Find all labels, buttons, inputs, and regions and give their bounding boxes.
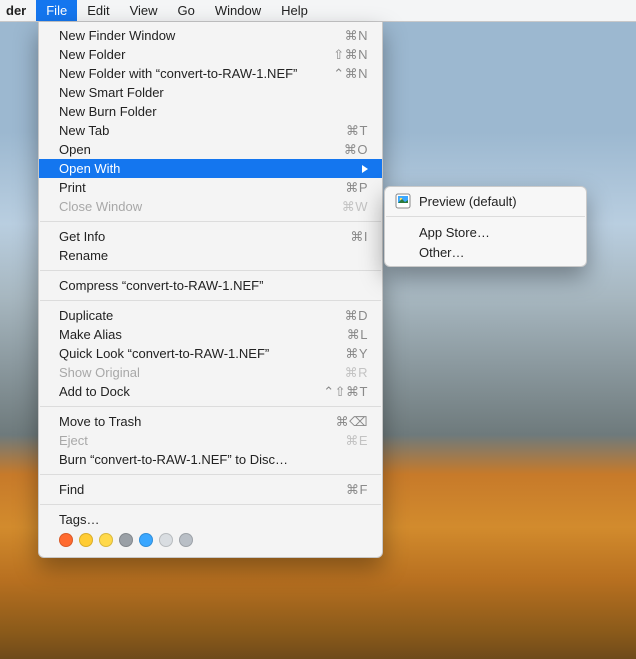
menu-item-compress[interactable]: Compress “convert-to-RAW-1.NEF” xyxy=(39,276,382,295)
menu-item-label: Add to Dock xyxy=(59,384,313,399)
menu-separator xyxy=(40,406,381,407)
menu-item-shortcut: ⌘L xyxy=(347,327,368,343)
menu-item-shortcut: ⌃⇧⌘T xyxy=(323,384,368,400)
menu-item-shortcut: ⌘T xyxy=(346,123,368,139)
menu-item-eject: Eject ⌘E xyxy=(39,431,382,450)
menu-separator xyxy=(40,270,381,271)
tag-dot[interactable] xyxy=(159,533,173,547)
menu-item-label: Get Info xyxy=(59,229,340,244)
menu-item-label: New Finder Window xyxy=(59,28,335,43)
menu-item-shortcut: ⌘R xyxy=(345,365,368,381)
menu-item-shortcut: ⇧⌘N xyxy=(333,47,368,63)
tag-dot[interactable] xyxy=(99,533,113,547)
app-name: der xyxy=(0,0,36,21)
menu-separator xyxy=(40,300,381,301)
submenu-item-label: Other… xyxy=(419,245,465,260)
preview-app-icon xyxy=(395,193,411,209)
submenu-arrow-icon xyxy=(362,165,368,173)
menu-item-label: Move to Trash xyxy=(59,414,326,429)
menu-item-tags[interactable]: Tags… xyxy=(39,510,382,529)
menu-item-find[interactable]: Find ⌘F xyxy=(39,480,382,499)
menu-item-label: Burn “convert-to-RAW-1.NEF” to Disc… xyxy=(59,452,358,467)
menu-go[interactable]: Go xyxy=(168,0,205,21)
menu-file[interactable]: File xyxy=(36,0,77,21)
menu-item-new-folder-with[interactable]: New Folder with “convert-to-RAW-1.NEF” ⌃⌘… xyxy=(39,64,382,83)
menu-item-label: Duplicate xyxy=(59,308,335,323)
menu-item-shortcut: ⌘D xyxy=(345,308,368,324)
menu-item-label: Compress “convert-to-RAW-1.NEF” xyxy=(59,278,358,293)
menu-item-new-burn-folder[interactable]: New Burn Folder xyxy=(39,102,382,121)
menu-item-label: Rename xyxy=(59,248,358,263)
menu-item-new-smart-folder[interactable]: New Smart Folder xyxy=(39,83,382,102)
menubar: der File Edit View Go Window Help xyxy=(0,0,636,22)
menu-item-label: Show Original xyxy=(59,365,335,380)
submenu-item-other[interactable]: Other… xyxy=(385,242,586,262)
menu-item-print[interactable]: Print ⌘P xyxy=(39,178,382,197)
menu-separator xyxy=(40,504,381,505)
menu-item-rename[interactable]: Rename xyxy=(39,246,382,265)
menu-separator xyxy=(40,221,381,222)
menu-item-move-to-trash[interactable]: Move to Trash ⌘⌫ xyxy=(39,412,382,431)
menu-item-label: Eject xyxy=(59,433,335,448)
menu-item-make-alias[interactable]: Make Alias ⌘L xyxy=(39,325,382,344)
submenu-item-app-store[interactable]: App Store… xyxy=(385,222,586,242)
submenu-item-label: App Store… xyxy=(419,225,490,240)
menu-view[interactable]: View xyxy=(120,0,168,21)
menu-item-show-original: Show Original ⌘R xyxy=(39,363,382,382)
menu-item-label: Open xyxy=(59,142,334,157)
menu-item-label: Find xyxy=(59,482,336,497)
menu-item-open[interactable]: Open ⌘O xyxy=(39,140,382,159)
menu-item-shortcut: ⌃⌘N xyxy=(333,66,368,82)
menu-item-duplicate[interactable]: Duplicate ⌘D xyxy=(39,306,382,325)
menu-item-label: Print xyxy=(59,180,335,195)
menu-item-shortcut: ⌘Y xyxy=(345,346,368,362)
spacer-icon xyxy=(395,244,411,260)
submenu-item-preview-default[interactable]: Preview (default) xyxy=(385,191,586,211)
menu-item-label: Close Window xyxy=(59,199,332,214)
spacer-icon xyxy=(395,224,411,240)
tag-dot[interactable] xyxy=(59,533,73,547)
menu-item-shortcut: ⌘W xyxy=(342,199,368,215)
menu-separator xyxy=(386,216,585,217)
menu-item-close-window: Close Window ⌘W xyxy=(39,197,382,216)
menu-item-new-folder[interactable]: New Folder ⇧⌘N xyxy=(39,45,382,64)
menu-item-shortcut: ⌘E xyxy=(345,433,368,449)
tag-dot[interactable] xyxy=(179,533,193,547)
menu-item-label: Tags… xyxy=(59,512,358,527)
menu-item-get-info[interactable]: Get Info ⌘I xyxy=(39,227,382,246)
tags-swatch-row xyxy=(39,529,382,551)
menu-item-shortcut: ⌘O xyxy=(344,142,368,158)
menu-separator xyxy=(40,474,381,475)
menu-item-shortcut: ⌘I xyxy=(350,229,368,245)
menu-item-label: New Tab xyxy=(59,123,336,138)
menu-item-new-tab[interactable]: New Tab ⌘T xyxy=(39,121,382,140)
menu-item-quick-look[interactable]: Quick Look “convert-to-RAW-1.NEF” ⌘Y xyxy=(39,344,382,363)
tag-dot[interactable] xyxy=(139,533,153,547)
menu-item-new-finder-window[interactable]: New Finder Window ⌘N xyxy=(39,26,382,45)
menu-item-shortcut: ⌘F xyxy=(346,482,368,498)
menu-item-label: New Burn Folder xyxy=(59,104,358,119)
tag-dot[interactable] xyxy=(119,533,133,547)
menu-item-label: Quick Look “convert-to-RAW-1.NEF” xyxy=(59,346,335,361)
menu-item-label: New Folder with “convert-to-RAW-1.NEF” xyxy=(59,66,323,81)
menu-item-shortcut: ⌘P xyxy=(345,180,368,196)
menu-item-shortcut: ⌘N xyxy=(345,28,368,44)
menu-item-burn-to-disc[interactable]: Burn “convert-to-RAW-1.NEF” to Disc… xyxy=(39,450,382,469)
menu-window[interactable]: Window xyxy=(205,0,271,21)
menu-item-label: New Smart Folder xyxy=(59,85,358,100)
menu-item-open-with[interactable]: Open With xyxy=(39,159,382,178)
menu-help[interactable]: Help xyxy=(271,0,318,21)
tag-dot[interactable] xyxy=(79,533,93,547)
menu-item-shortcut: ⌘⌫ xyxy=(336,414,368,430)
file-menu-dropdown: New Finder Window ⌘N New Folder ⇧⌘N New Fo… xyxy=(38,22,383,558)
menu-edit[interactable]: Edit xyxy=(77,0,119,21)
menu-item-label: Open With xyxy=(59,161,362,176)
menu-item-label: Make Alias xyxy=(59,327,337,342)
menu-item-label: New Folder xyxy=(59,47,323,62)
menu-item-add-to-dock[interactable]: Add to Dock ⌃⇧⌘T xyxy=(39,382,382,401)
open-with-submenu: Preview (default) App Store… Other… xyxy=(384,186,587,267)
submenu-item-label: Preview (default) xyxy=(419,194,517,209)
